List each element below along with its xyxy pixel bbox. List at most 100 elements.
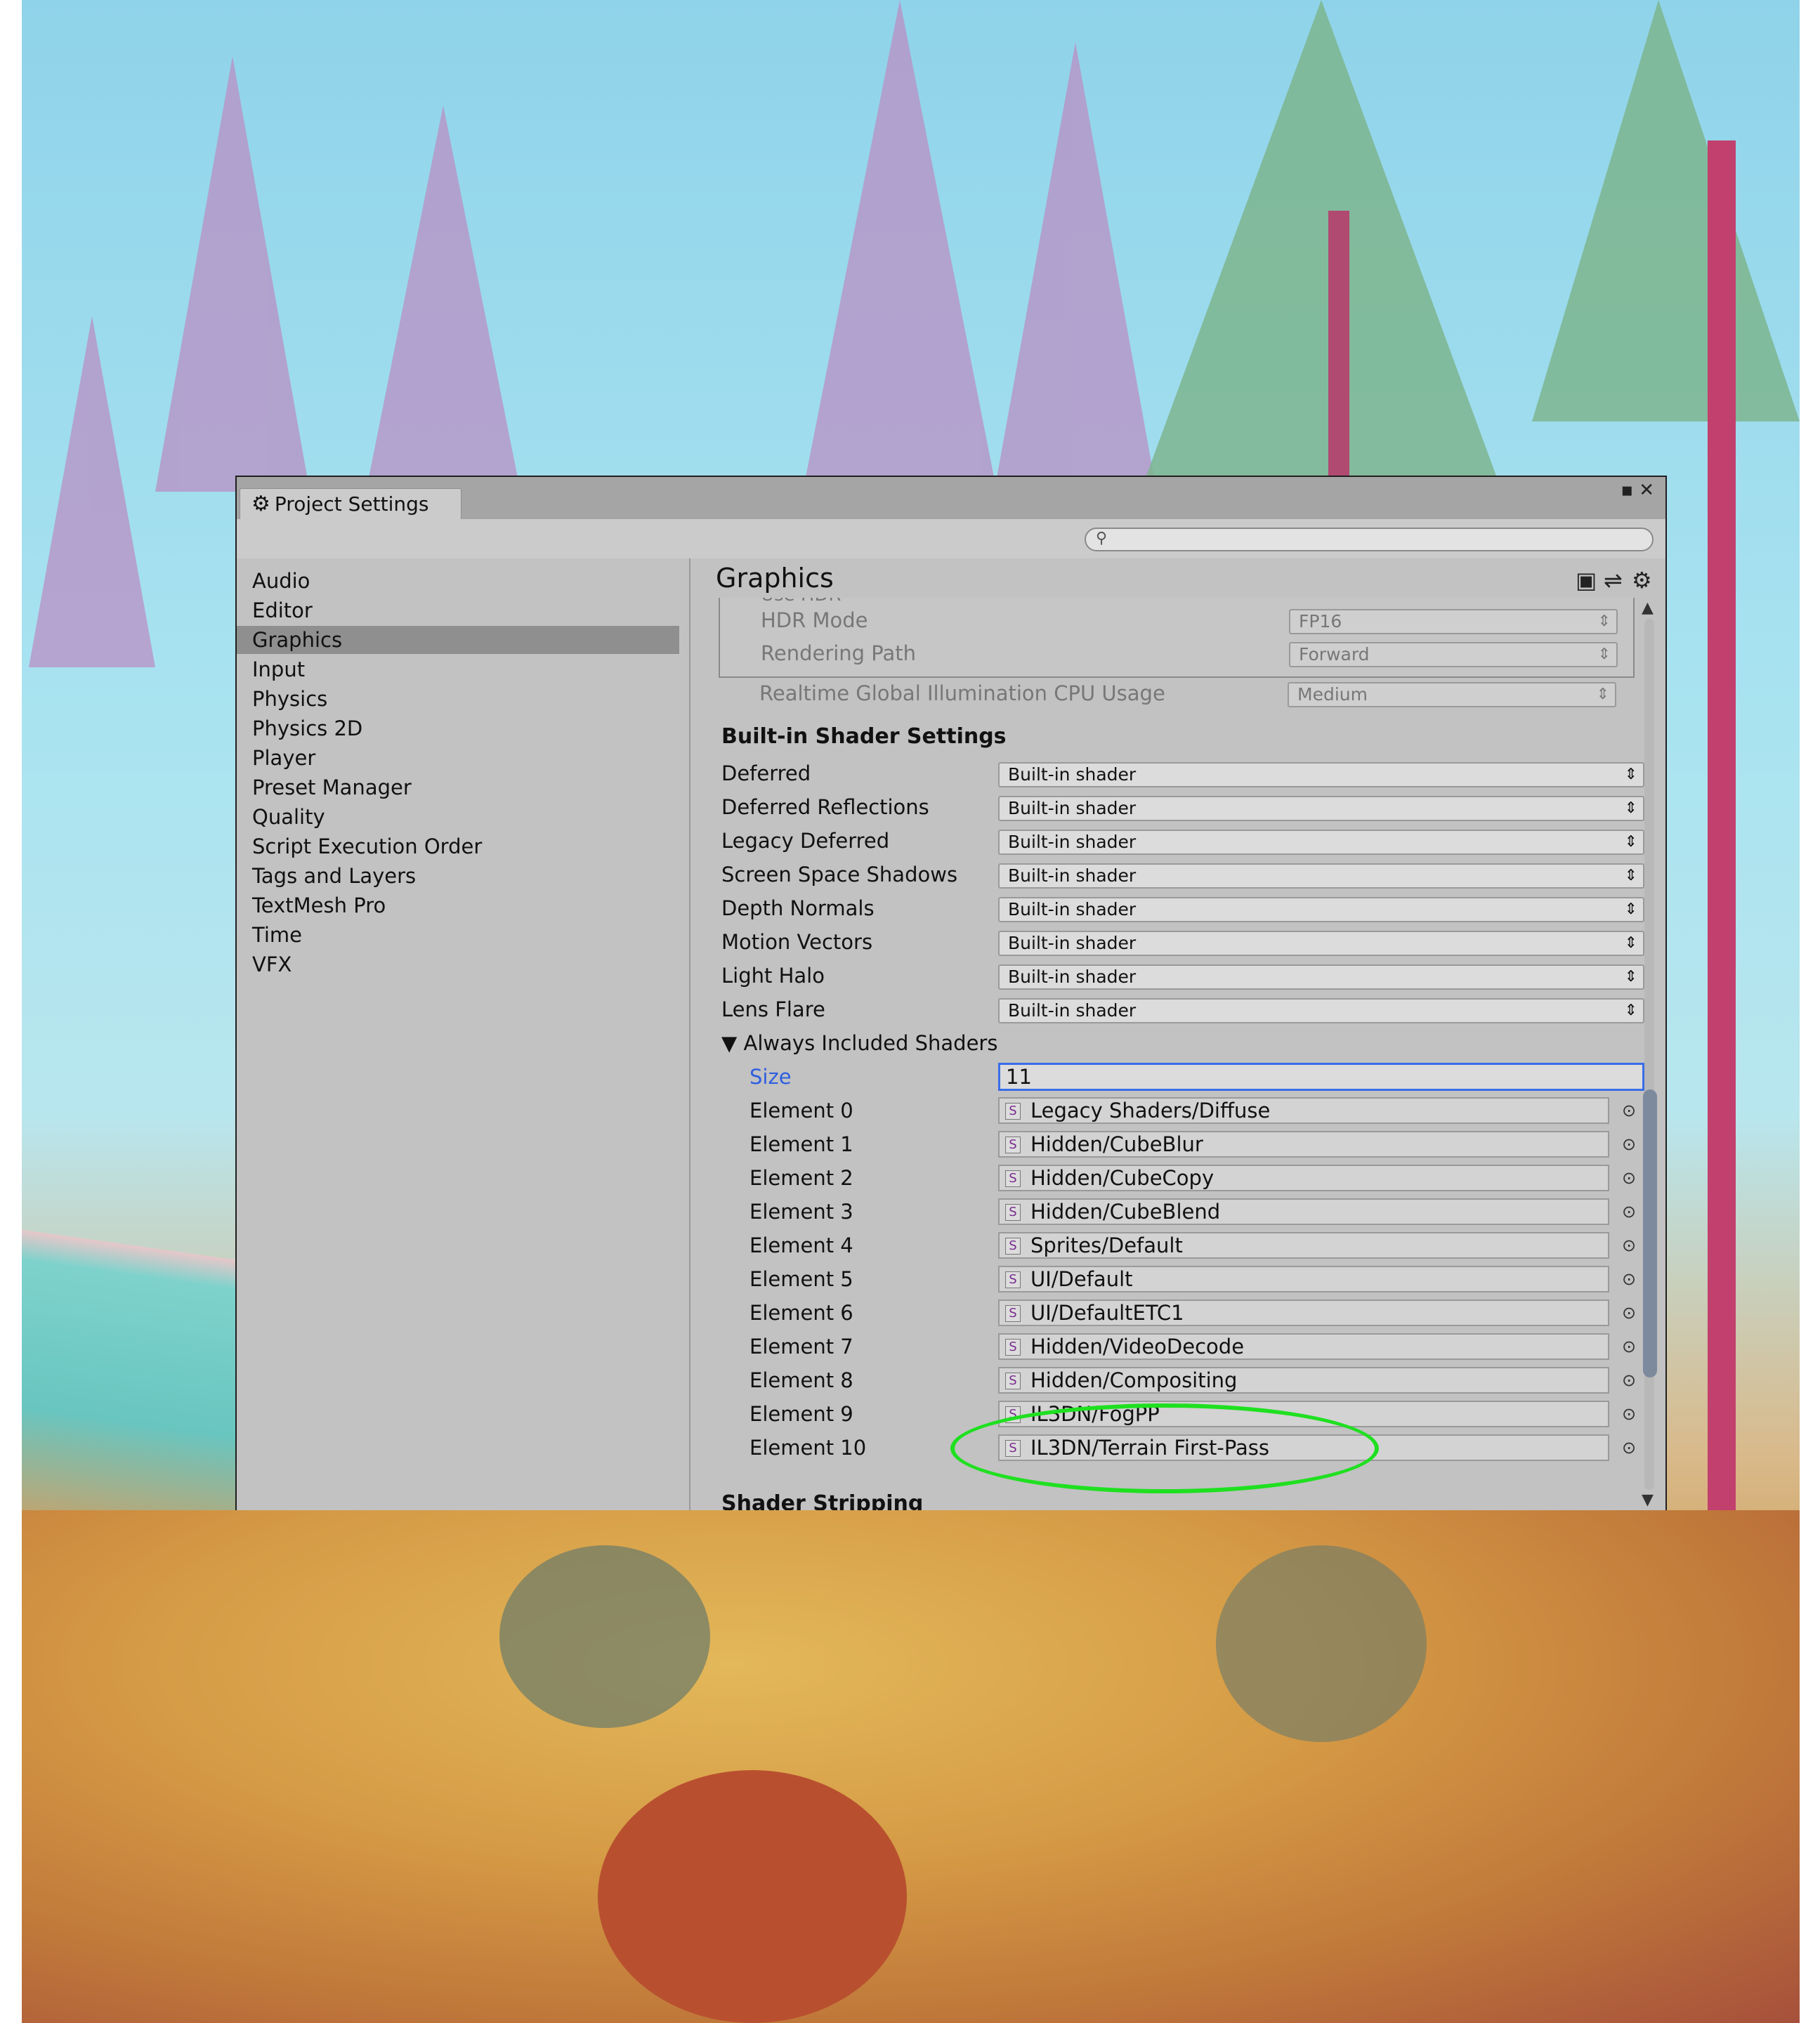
- legacy-deferred-label: Legacy Deferred: [721, 829, 890, 853]
- element-label: Element 7: [749, 1335, 853, 1359]
- screen-space-shadows-dropdown[interactable]: Built-in shader ⇕: [998, 863, 1644, 889]
- sidebar-item-input[interactable]: Input: [237, 655, 679, 683]
- sidebar-item-vfx[interactable]: VFX: [237, 950, 679, 978]
- project-settings-window: ⚙ Project Settings ▪ ✕ ⚲ Audio Editor Gr…: [235, 476, 1667, 1510]
- shader-object-field[interactable]: S IL3DN/FogPP: [998, 1401, 1609, 1427]
- scroll-thumb[interactable]: [1643, 1089, 1657, 1377]
- hdr-mode-dropdown[interactable]: FP16 ⇕: [1289, 609, 1618, 634]
- scroll-up-icon[interactable]: ▲: [1642, 599, 1654, 617]
- sidebar-item-textmesh-pro[interactable]: TextMesh Pro: [237, 891, 679, 919]
- size-field[interactable]: 11: [998, 1063, 1644, 1091]
- shader-object-field[interactable]: S UI/DefaultETC1: [998, 1299, 1609, 1326]
- object-picker-icon[interactable]: ⊙: [1622, 1101, 1636, 1120]
- element-label: Element 8: [749, 1368, 853, 1392]
- shader-object-field[interactable]: S Legacy Shaders/Diffuse: [998, 1097, 1609, 1124]
- shader-icon: S: [1005, 1305, 1021, 1322]
- sidebar-item-tags-and-layers[interactable]: Tags and Layers: [237, 862, 679, 890]
- deferred-reflections-dropdown[interactable]: Built-in shader ⇕: [998, 796, 1644, 821]
- grass-field: [22, 1510, 1800, 2023]
- gear-icon: ⚙: [251, 492, 270, 516]
- settings-gear-icon[interactable]: ⚙: [1632, 567, 1652, 594]
- sidebar-item-quality[interactable]: Quality: [237, 803, 679, 831]
- realtime-gi-cpu-usage-label: Realtime Global Illumination CPU Usage: [759, 681, 1165, 705]
- preset-icon[interactable]: ⇌: [1604, 567, 1623, 594]
- shader-icon: S: [1005, 1339, 1021, 1356]
- element-label: Element 0: [749, 1099, 853, 1122]
- element-label: Element 10: [749, 1436, 867, 1460]
- light-halo-label: Light Halo: [721, 964, 825, 988]
- rendering-path-label: Rendering Path: [761, 641, 917, 665]
- shader-object-field[interactable]: S Hidden/Compositing: [998, 1367, 1609, 1394]
- element-label: Element 2: [749, 1166, 853, 1190]
- sidebar-item-preset-manager[interactable]: Preset Manager: [237, 773, 679, 801]
- bush: [1216, 1545, 1427, 1742]
- toolbar: ⚲: [237, 519, 1665, 560]
- rendering-path-dropdown[interactable]: Forward ⇕: [1289, 642, 1618, 667]
- shader-object-field[interactable]: S Hidden/CubeBlur: [998, 1131, 1609, 1158]
- shader-icon: S: [1005, 1238, 1021, 1255]
- sidebar-item-script-execution-order[interactable]: Script Execution Order: [237, 832, 679, 860]
- help-icon[interactable]: ▣: [1576, 567, 1597, 594]
- object-picker-icon[interactable]: ⊙: [1622, 1269, 1636, 1289]
- element-label: Element 6: [749, 1301, 853, 1325]
- shader-object-field[interactable]: S IL3DN/Terrain First-Pass: [998, 1434, 1609, 1461]
- object-picker-icon[interactable]: ⊙: [1622, 1404, 1636, 1424]
- sidebar-item-physics-2d[interactable]: Physics 2D: [237, 714, 679, 742]
- legacy-deferred-dropdown[interactable]: Built-in shader ⇕: [998, 830, 1644, 855]
- light-halo-dropdown[interactable]: Built-in shader ⇕: [998, 964, 1644, 990]
- sidebar-item-time[interactable]: Time: [237, 921, 679, 949]
- element-label: Element 3: [749, 1200, 853, 1224]
- element-label: Element 9: [749, 1402, 853, 1426]
- motion-vectors-label: Motion Vectors: [721, 930, 873, 954]
- shader-object-field[interactable]: S Hidden/VideoDecode: [998, 1333, 1609, 1360]
- deferred-label: Deferred: [721, 761, 811, 785]
- shader-object-field[interactable]: S UI/Default: [998, 1266, 1609, 1292]
- element-label: Element 4: [749, 1233, 853, 1257]
- search-icon: ⚲: [1096, 530, 1108, 547]
- sidebar-item-audio[interactable]: Audio: [237, 567, 679, 595]
- builtin-shader-settings-header: Built-in Shader Settings: [721, 724, 1007, 749]
- element-label: Element 5: [749, 1267, 853, 1291]
- search-input[interactable]: ⚲: [1085, 528, 1654, 551]
- element-label: Element 1: [749, 1132, 853, 1156]
- always-included-shaders-foldout[interactable]: ▼ Always Included Shaders: [721, 1029, 997, 1057]
- object-picker-icon[interactable]: ⊙: [1622, 1202, 1636, 1222]
- bush: [598, 1770, 907, 2023]
- realtime-gi-cpu-usage-dropdown[interactable]: Medium ⇕: [1288, 682, 1616, 707]
- lens-flare-label: Lens Flare: [721, 997, 825, 1021]
- size-label: Size: [749, 1065, 792, 1089]
- deferred-dropdown[interactable]: Built-in shader ⇕: [998, 762, 1644, 787]
- sidebar-item-editor[interactable]: Editor: [237, 596, 679, 624]
- object-picker-icon[interactable]: ⊙: [1622, 1303, 1636, 1323]
- depth-normals-dropdown[interactable]: Built-in shader ⇕: [998, 897, 1644, 922]
- object-picker-icon[interactable]: ⊙: [1622, 1236, 1636, 1255]
- object-picker-icon[interactable]: ⊙: [1622, 1168, 1636, 1188]
- shader-object-field[interactable]: S Hidden/CubeCopy: [998, 1165, 1609, 1191]
- object-picker-icon[interactable]: ⊙: [1622, 1337, 1636, 1356]
- scroll-area: Use HDR HDR Mode FP16⇕ Rendering Path Fo…: [690, 598, 1665, 1510]
- object-picker-icon[interactable]: ⊙: [1622, 1438, 1636, 1458]
- settings-content: Graphics ▣ ⇌ ⚙ Use HDR HDR Mode FP16⇕ Re…: [690, 558, 1665, 1510]
- lens-flare-dropdown[interactable]: Built-in shader ⇕: [998, 998, 1644, 1023]
- window-controls[interactable]: ▪ ✕: [1621, 480, 1654, 501]
- shader-icon: S: [1005, 1204, 1021, 1221]
- bush: [499, 1545, 710, 1728]
- motion-vectors-dropdown[interactable]: Built-in shader ⇕: [998, 931, 1644, 956]
- sidebar-item-physics[interactable]: Physics: [237, 685, 679, 713]
- object-picker-icon[interactable]: ⊙: [1622, 1134, 1636, 1154]
- sidebar-item-player[interactable]: Player: [237, 744, 679, 772]
- vertical-scrollbar[interactable]: ▲ ▼: [1640, 598, 1660, 1510]
- shader-stripping-header: Shader Stripping: [721, 1491, 924, 1510]
- shader-object-field[interactable]: S Sprites/Default: [998, 1232, 1609, 1259]
- foldout-arrow-icon: ▼: [721, 1031, 744, 1055]
- object-picker-icon[interactable]: ⊙: [1622, 1370, 1636, 1390]
- tab-project-settings[interactable]: ⚙ Project Settings: [240, 488, 461, 519]
- sidebar-item-graphics[interactable]: Graphics: [237, 626, 679, 654]
- shader-icon: S: [1005, 1271, 1021, 1288]
- shader-icon: S: [1005, 1373, 1021, 1389]
- scroll-down-icon[interactable]: ▼: [1642, 1491, 1654, 1509]
- tab-label: Project Settings: [274, 492, 429, 516]
- shader-object-field[interactable]: S Hidden/CubeBlend: [998, 1198, 1609, 1225]
- settings-sidebar: Audio Editor Graphics Input Physics Phys…: [237, 558, 690, 1510]
- screen-space-shadows-label: Screen Space Shadows: [721, 863, 958, 886]
